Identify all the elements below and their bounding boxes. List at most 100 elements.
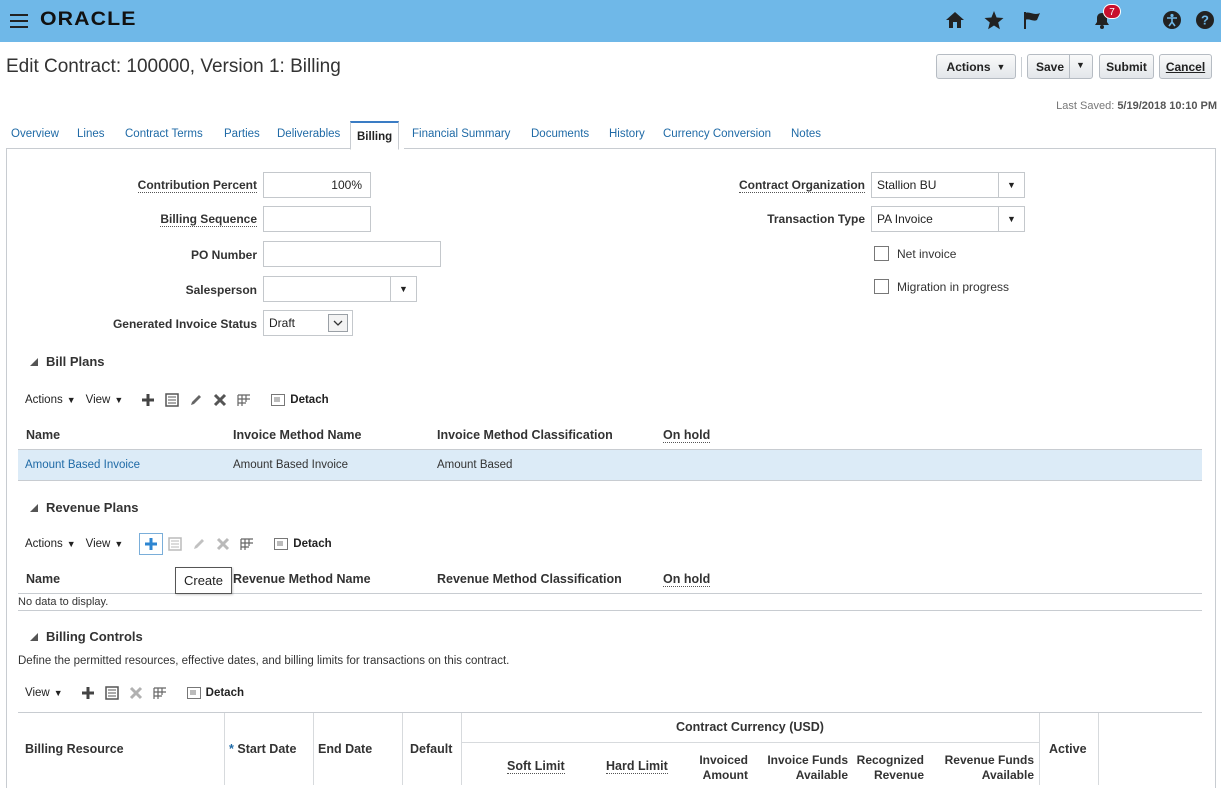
billing-sequence-field[interactable] (263, 206, 371, 232)
bill-plans-detach-button[interactable]: Detach (271, 394, 329, 406)
net-invoice-checkbox-row[interactable]: Net invoice (874, 246, 956, 261)
delete-x-icon[interactable] (211, 391, 229, 409)
freeze-columns-icon[interactable] (235, 391, 253, 409)
favorites-star-icon[interactable] (982, 8, 1006, 32)
contract-organization-select[interactable]: Stallion BU ▼ (871, 172, 1025, 198)
save-options-chevron-icon[interactable]: ▼ (1076, 60, 1085, 70)
chevron-down-icon[interactable]: ▼ (998, 173, 1024, 197)
column-header-hard-limit[interactable]: Hard Limit (606, 759, 668, 774)
column-divider (224, 713, 225, 785)
billing-controls-section-header[interactable]: Billing Controls (30, 629, 143, 644)
accessibility-icon[interactable] (1160, 8, 1184, 32)
column-header-active[interactable]: Active (1049, 742, 1087, 756)
column-header-on-hold[interactable]: On hold (663, 428, 711, 443)
notifications-bell-icon[interactable]: 7 (1090, 4, 1121, 32)
last-saved: Last Saved: 5/19/2018 10:10 PM (1056, 100, 1217, 112)
chevron-down-icon[interactable] (328, 314, 348, 332)
transaction-type-value: PA Invoice (877, 212, 933, 226)
edit-rows-icon[interactable] (103, 684, 121, 702)
column-header-name[interactable]: Name (26, 572, 60, 586)
column-header-revenue-funds-available[interactable]: Revenue Funds Available (928, 753, 1034, 783)
revenue-plans-view-menu[interactable]: View ▼ (86, 538, 124, 550)
column-divider (1039, 713, 1040, 785)
cancel-button[interactable]: Cancel (1159, 54, 1212, 79)
save-button[interactable]: Save ▼ (1027, 54, 1093, 79)
migration-in-progress-checkbox[interactable] (874, 279, 889, 294)
help-icon[interactable]: ? (1193, 8, 1217, 32)
billing-controls-title: Billing Controls (46, 629, 143, 644)
tab-baseline-right (404, 148, 1216, 149)
chevron-down-icon[interactable]: ▼ (390, 277, 416, 301)
collapse-triangle-icon (30, 503, 38, 512)
add-icon[interactable] (139, 391, 157, 409)
bill-plan-name-link[interactable]: Amount Based Invoice (25, 459, 140, 471)
tab-overview[interactable]: Overview (11, 128, 59, 140)
submit-button[interactable]: Submit (1099, 54, 1154, 79)
tab-documents[interactable]: Documents (531, 128, 589, 140)
contract-organization-label: Contract Organization (738, 178, 865, 193)
delete-x-icon (214, 535, 232, 553)
invoice-method-classification-cell: Amount Based (437, 459, 513, 471)
billing-controls-detach-button[interactable]: Detach (186, 687, 244, 699)
bill-plans-actions-menu[interactable]: Actions ▼ (25, 394, 76, 406)
menu-icon[interactable] (10, 11, 28, 31)
pencil-edit-icon[interactable] (187, 391, 205, 409)
bill-plans-view-menu[interactable]: View ▼ (86, 394, 124, 406)
column-header-invoiced-amount[interactable]: Invoiced Amount (690, 753, 748, 783)
column-header-on-hold[interactable]: On hold (663, 572, 711, 587)
revenue-plans-toolbar: Actions ▼ View ▼ Detach (25, 533, 332, 555)
bill-plans-toolbar: Actions ▼ View ▼ Detach (25, 389, 329, 411)
net-invoice-checkbox[interactable] (874, 246, 889, 261)
generated-invoice-status-value: Draft (269, 316, 296, 330)
column-header-end-date[interactable]: End Date (318, 742, 372, 756)
migration-label: Migration in progress (897, 279, 1010, 294)
tab-contract-terms[interactable]: Contract Terms (125, 128, 203, 140)
revenue-plans-actions-menu[interactable]: Actions ▼ (25, 538, 76, 550)
transaction-type-select[interactable]: PA Invoice ▼ (871, 206, 1025, 232)
revenue-plans-section-header[interactable]: Revenue Plans (30, 500, 139, 515)
add-icon[interactable] (139, 533, 164, 555)
add-icon[interactable] (79, 684, 97, 702)
contribution-percent-field[interactable]: 100% (263, 172, 371, 198)
tab-history[interactable]: History (609, 128, 645, 140)
revenue-plans-detach-button[interactable]: Detach (274, 538, 332, 550)
bill-plans-section-header[interactable]: Bill Plans (30, 354, 105, 369)
tab-parties[interactable]: Parties (224, 128, 260, 140)
tab-billing[interactable]: Billing (350, 121, 400, 150)
tab-financial-summary[interactable]: Financial Summary (412, 128, 510, 140)
freeze-columns-icon[interactable] (238, 535, 256, 553)
column-header-billing-resource[interactable]: Billing Resource (25, 742, 124, 756)
freeze-columns-icon[interactable] (151, 684, 169, 702)
last-saved-value: 5/19/2018 10:10 PM (1117, 100, 1217, 112)
generated-invoice-status-select[interactable]: Draft (263, 310, 353, 336)
column-header-default[interactable]: Default (410, 742, 452, 756)
actions-menu-button[interactable]: Actions ▼ (936, 54, 1016, 79)
tab-lines[interactable]: Lines (77, 128, 105, 140)
invoice-method-name-cell: Amount Based Invoice (233, 459, 349, 471)
revenue-plans-title: Revenue Plans (46, 500, 139, 515)
column-header-invoice-funds-available[interactable]: Invoice Funds Available (754, 753, 848, 783)
collapse-triangle-icon (30, 632, 38, 641)
column-header-revenue-method-name[interactable]: Revenue Method Name (233, 572, 371, 586)
po-number-field[interactable] (263, 241, 441, 267)
edit-rows-icon[interactable] (163, 391, 181, 409)
chevron-down-icon[interactable]: ▼ (998, 207, 1024, 231)
column-header-recognized-revenue[interactable]: Recognized Revenue (852, 753, 924, 783)
salesperson-select[interactable]: ▼ (263, 276, 417, 302)
column-header-revenue-method-classification[interactable]: Revenue Method Classification (437, 572, 622, 586)
table-row[interactable]: Amount Based Invoice Amount Based Invoic… (18, 450, 1202, 481)
split-divider (1069, 55, 1070, 78)
home-icon[interactable] (943, 8, 967, 32)
tab-deliverables[interactable]: Deliverables (277, 128, 340, 140)
migration-checkbox-row[interactable]: Migration in progress (874, 279, 1009, 294)
column-header-invoice-method-name[interactable]: Invoice Method Name (233, 428, 362, 442)
chevron-down-icon: ▼ (114, 395, 124, 405)
watchlist-flag-icon[interactable] (1020, 8, 1044, 32)
column-header-name[interactable]: Name (26, 428, 60, 442)
column-header-soft-limit[interactable]: Soft Limit (507, 759, 565, 774)
tab-notes[interactable]: Notes (791, 128, 821, 140)
billing-controls-view-menu[interactable]: View ▼ (25, 687, 63, 699)
column-header-invoice-method-classification[interactable]: Invoice Method Classification (437, 428, 613, 442)
column-header-start-date[interactable]: * Start Date (229, 742, 296, 756)
tab-currency-conversion[interactable]: Currency Conversion (663, 128, 771, 140)
